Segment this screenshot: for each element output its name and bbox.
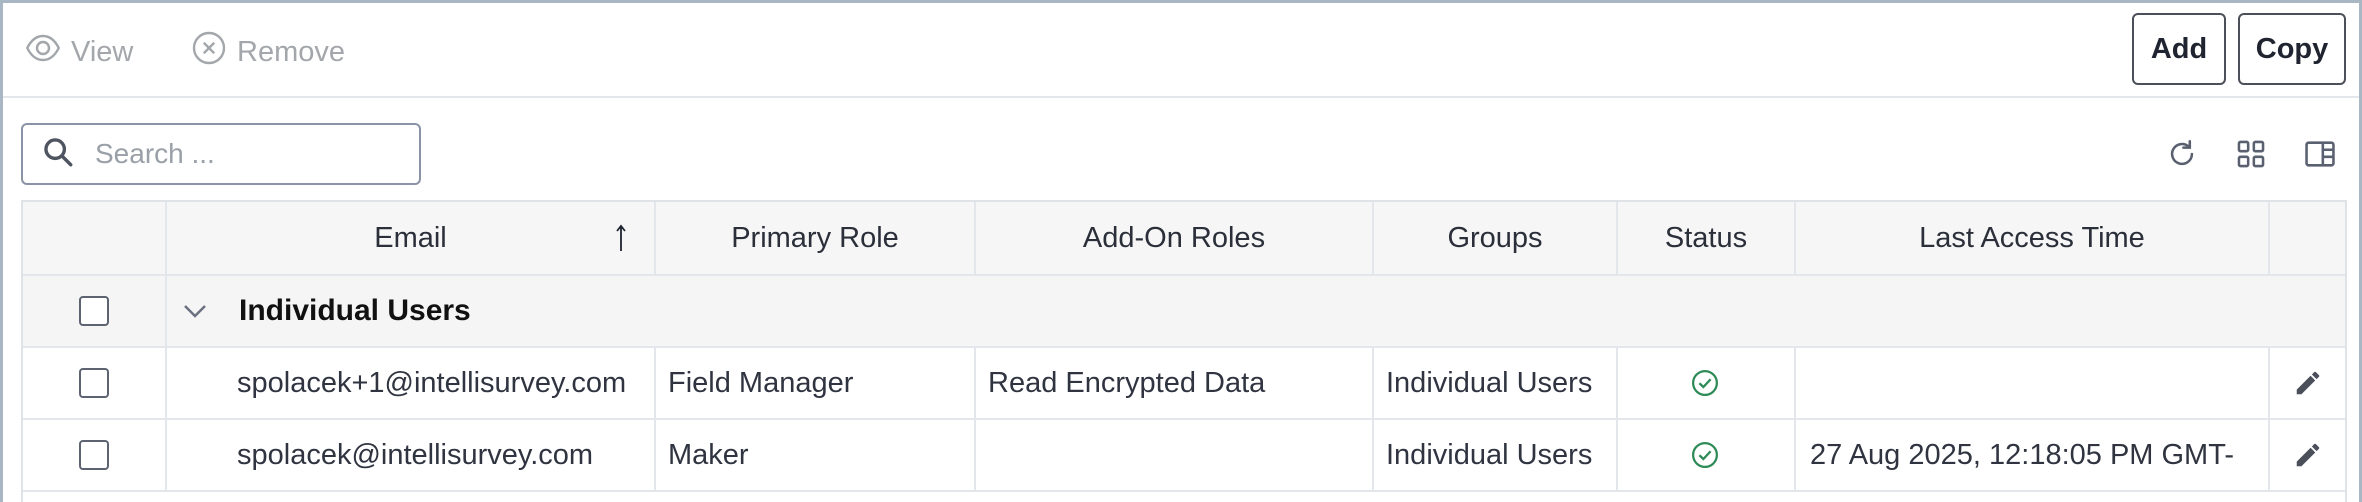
close-circle-icon: [191, 30, 227, 74]
status-check-icon: [1690, 420, 1722, 490]
remove-button[interactable]: Remove: [191, 30, 345, 74]
column-header-last-access[interactable]: Last Access Time: [1796, 202, 2268, 274]
groups-cell: Individual Users: [1386, 366, 1593, 399]
addon-roles-cell: [988, 420, 1368, 490]
status-check-icon: [1690, 348, 1722, 418]
column-header-email[interactable]: Email: [167, 202, 654, 274]
last-access-cell: 27 Aug 2025, 12:18:05 PM GMT-: [1810, 438, 2234, 471]
column-panel-icon[interactable]: [2303, 137, 2337, 171]
users-panel: View Remove Add Copy Search ... Email Pr…: [0, 0, 2362, 502]
group-row: Individual Users: [23, 276, 2345, 348]
grid-view-icon[interactable]: [2234, 137, 2268, 171]
column-header-label: Groups: [1447, 221, 1543, 254]
search-input[interactable]: [95, 138, 395, 170]
row-select-checkbox[interactable]: [79, 368, 109, 398]
column-header-status[interactable]: Status: [1618, 202, 1794, 274]
sort-ascending-icon[interactable]: [615, 202, 641, 274]
column-header-label: Status: [1664, 221, 1748, 254]
groups-cell: Individual Users: [1386, 438, 1593, 471]
table-header: Email Primary Role Add-On Roles Groups S…: [23, 202, 2345, 276]
last-access-cell: [1810, 348, 2266, 418]
search-icon: [41, 135, 75, 174]
group-select-checkbox[interactable]: [79, 296, 109, 326]
view-button[interactable]: View: [25, 32, 133, 72]
column-header-groups[interactable]: Groups: [1374, 202, 1616, 274]
toolbar: View Remove Add Copy: [3, 3, 2359, 98]
pencil-icon[interactable]: [2293, 348, 2325, 418]
add-button[interactable]: Add: [2132, 13, 2226, 85]
email-cell: spolacek+1@intellisurvey.com: [237, 366, 627, 399]
remove-label: Remove: [237, 35, 345, 68]
primary-role-cell: Field Manager: [668, 366, 854, 399]
users-table: Email Primary Role Add-On Roles Groups S…: [21, 200, 2347, 502]
email-cell: spolacek@intellisurvey.com: [237, 438, 594, 471]
eye-icon: [25, 30, 61, 74]
column-header-primary-role[interactable]: Primary Role: [656, 202, 974, 274]
table-row[interactable]: spolacek@intellisurvey.com Maker Individ…: [23, 420, 2345, 492]
addon-roles-cell: Read Encrypted Data: [988, 366, 1266, 399]
pencil-icon[interactable]: [2293, 420, 2325, 490]
primary-role-cell: Maker: [668, 438, 749, 471]
copy-button[interactable]: Copy: [2238, 13, 2346, 85]
column-header-addon-roles[interactable]: Add-On Roles: [976, 202, 1372, 274]
column-header-label: Primary Role: [731, 221, 899, 254]
view-label: View: [71, 35, 134, 68]
chevron-down-icon[interactable]: [180, 276, 210, 346]
column-header-label: Add-On Roles: [1082, 221, 1266, 254]
column-header-label: Email: [374, 221, 447, 254]
refresh-icon[interactable]: [2165, 137, 2199, 171]
group-label: Individual Users: [239, 294, 471, 327]
table-row[interactable]: spolacek+1@intellisurvey.com Field Manag…: [23, 348, 2345, 420]
row-select-checkbox[interactable]: [79, 440, 109, 470]
search-box: [21, 123, 421, 185]
column-header-label: Last Access Time: [1919, 221, 2145, 254]
